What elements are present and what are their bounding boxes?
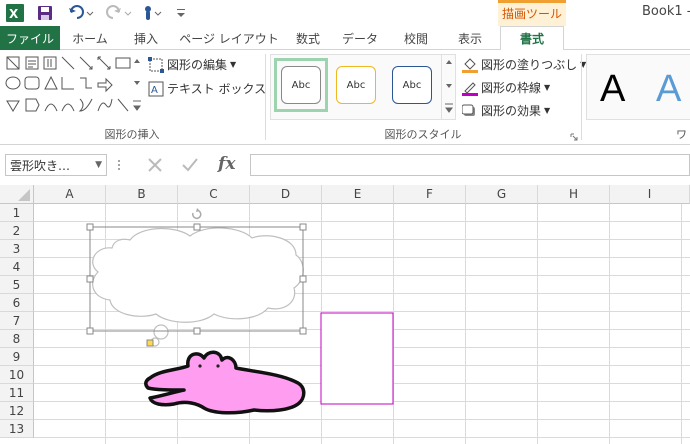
style-preset-1[interactable]: Abc bbox=[281, 66, 321, 104]
insert-function-icon[interactable]: fx bbox=[218, 154, 244, 176]
style-preset-3[interactable]: Abc bbox=[392, 66, 432, 104]
column-header-d[interactable]: D bbox=[250, 185, 322, 204]
edit-shape-icon bbox=[148, 56, 164, 73]
svg-text:A: A bbox=[151, 85, 158, 96]
dialog-launcher-icon[interactable] bbox=[570, 130, 578, 141]
tab-insert[interactable]: 挿入 bbox=[120, 26, 172, 50]
row-header-6[interactable]: 6 bbox=[0, 294, 34, 312]
shape-outline-label: 図形の枠線 bbox=[481, 81, 542, 95]
shape-effects-icon bbox=[462, 103, 478, 119]
edit-shape-button[interactable]: 図形の編集 ▼ bbox=[148, 56, 236, 73]
window-title: Book1 - bbox=[642, 4, 690, 19]
name-box[interactable]: 雲形吹き… ▼ bbox=[5, 154, 107, 176]
edit-shape-label: 図形の編集 bbox=[167, 58, 228, 72]
tab-format[interactable]: 書式 bbox=[500, 26, 564, 51]
shape-fill-button[interactable]: 図形の塗りつぶし ▼ bbox=[462, 56, 586, 73]
select-all-corner[interactable] bbox=[0, 185, 34, 204]
redo-icon[interactable] bbox=[104, 3, 134, 23]
touch-mode-icon[interactable] bbox=[140, 3, 166, 23]
text-box-label: テキスト ボックス bbox=[167, 82, 267, 96]
chevron-down-icon: ▼ bbox=[544, 83, 551, 92]
row-header-2[interactable]: 2 bbox=[0, 222, 34, 240]
chevron-down-icon: ▼ bbox=[230, 60, 237, 69]
row-header-1[interactable]: 1 bbox=[0, 204, 34, 222]
shapes-gallery[interactable] bbox=[4, 54, 142, 120]
insert-shapes-group-label: 図形の挿入 bbox=[104, 128, 160, 141]
style-gallery-scroll[interactable] bbox=[441, 54, 455, 120]
formula-input[interactable] bbox=[250, 154, 690, 176]
wordart-group-label: ワ bbox=[676, 128, 687, 141]
tab-page-layout[interactable]: ページ レイアウト bbox=[174, 26, 284, 50]
row-header-4[interactable]: 4 bbox=[0, 258, 34, 276]
svg-text:X: X bbox=[9, 7, 19, 21]
ribbon-tabs: ファイル ホーム 挿入 ページ レイアウト 数式 データ 校閲 表示 書式 bbox=[0, 26, 690, 51]
column-header-h[interactable]: H bbox=[538, 185, 610, 204]
enter-check-icon[interactable] bbox=[180, 155, 200, 175]
shape-fill-label: 図形の塗りつぶし bbox=[481, 58, 578, 72]
shape-effects-button[interactable]: 図形の効果 ▼ bbox=[462, 102, 550, 119]
row-header-12[interactable]: 12 bbox=[0, 402, 34, 420]
ribbon: 図形の編集 ▼ A テキスト ボックス ▼ 図形の挿入 Abc Abc Abc … bbox=[0, 50, 690, 145]
tab-data[interactable]: データ bbox=[334, 26, 386, 50]
save-icon[interactable] bbox=[34, 3, 56, 23]
group-divider bbox=[581, 54, 582, 140]
tab-view[interactable]: 表示 bbox=[444, 26, 496, 50]
column-header-b[interactable]: B bbox=[106, 185, 178, 204]
column-header-f[interactable]: F bbox=[394, 185, 466, 204]
row-header-10[interactable]: 10 bbox=[0, 366, 34, 384]
shape-effects-label: 図形の効果 bbox=[481, 104, 542, 118]
shape-outline-button[interactable]: 図形の枠線 ▼ bbox=[462, 79, 550, 96]
tab-review[interactable]: 校閲 bbox=[390, 26, 442, 50]
wordart-style-black[interactable]: A bbox=[600, 68, 625, 111]
column-header-a[interactable]: A bbox=[34, 185, 106, 204]
row-header-3[interactable]: 3 bbox=[0, 240, 34, 258]
tab-formulas[interactable]: 数式 bbox=[286, 26, 330, 50]
formula-bar: 雲形吹き… ▼ fx bbox=[0, 145, 690, 185]
row-header-8[interactable]: 8 bbox=[0, 330, 34, 348]
pencil-outline-icon bbox=[462, 80, 478, 96]
shape-styles-group-label: 図形のスタイル bbox=[384, 128, 462, 141]
paint-bucket-icon bbox=[462, 57, 478, 73]
name-box-value: 雲形吹き… bbox=[10, 158, 71, 173]
cancel-icon[interactable] bbox=[145, 155, 165, 175]
row-header-7[interactable]: 7 bbox=[0, 312, 34, 330]
drawing-tools-context-label: 描画ツール bbox=[498, 0, 566, 26]
wordart-style-blue[interactable]: A bbox=[656, 68, 681, 111]
undo-icon[interactable] bbox=[66, 3, 96, 23]
column-header-e[interactable]: E bbox=[322, 185, 394, 204]
rectangle-shape[interactable] bbox=[320, 312, 394, 405]
row-header-9[interactable]: 9 bbox=[0, 348, 34, 366]
tab-home[interactable]: ホーム bbox=[62, 26, 118, 50]
customize-qat-icon[interactable] bbox=[174, 3, 188, 23]
row-header-11[interactable]: 11 bbox=[0, 384, 34, 402]
style-preset-2[interactable]: Abc bbox=[336, 66, 376, 104]
chevron-down-icon: ▼ bbox=[544, 106, 551, 115]
text-box-icon: A bbox=[148, 81, 164, 97]
text-box-button[interactable]: A テキスト ボックス ▼ bbox=[148, 80, 277, 97]
column-header-i[interactable]: I bbox=[610, 185, 690, 204]
chevron-down-icon: ▼ bbox=[95, 160, 102, 170]
row-header-5[interactable]: 5 bbox=[0, 276, 34, 294]
excel-logo-icon: X bbox=[4, 3, 26, 23]
worksheet-grid: A B C D E F G H I 1 2 3 4 5 6 7 8 9 10 1… bbox=[0, 185, 690, 444]
column-header-g[interactable]: G bbox=[466, 185, 538, 204]
tab-file[interactable]: ファイル bbox=[0, 26, 60, 50]
row-header-13[interactable]: 13 bbox=[0, 420, 34, 438]
column-header-c[interactable]: C bbox=[178, 185, 250, 204]
title-bar: X 描画ツール Book1 - bbox=[0, 0, 690, 26]
formula-bar-grip-icon bbox=[117, 158, 121, 172]
